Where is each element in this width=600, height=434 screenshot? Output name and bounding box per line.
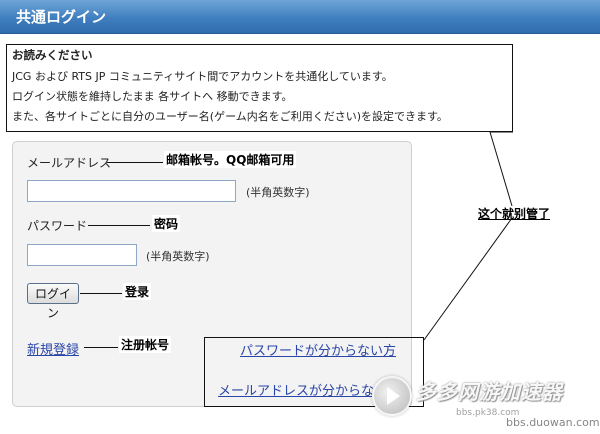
play-logo-icon: [372, 376, 412, 416]
watermark-url: bbs.duowan.com: [506, 416, 600, 429]
watermark: 多多网游加速器 bbs.pk38.com bbs.duowan.com: [366, 370, 600, 434]
watermark-title: 多多网游加速器: [416, 380, 563, 404]
play-icon: [387, 387, 400, 405]
annotation-connectors: [423, 131, 513, 341]
